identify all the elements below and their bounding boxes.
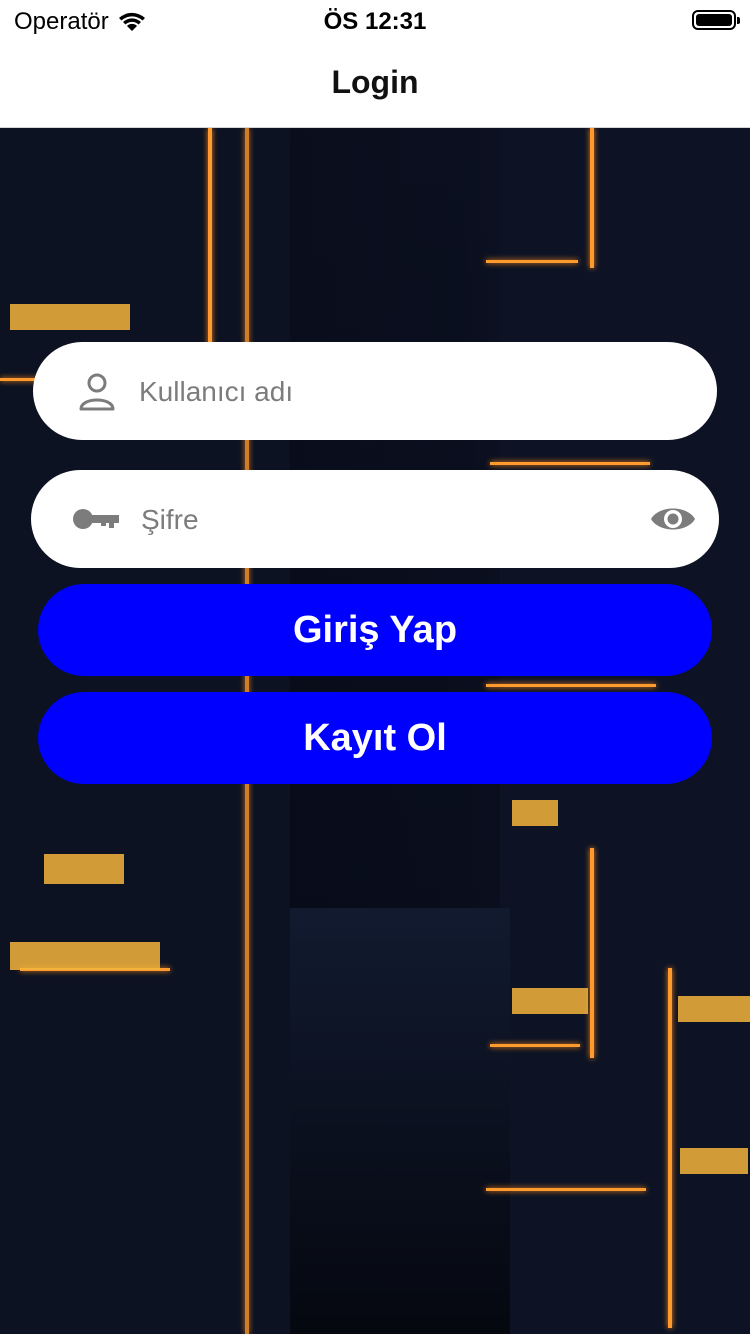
login-button[interactable]: Giriş Yap bbox=[38, 584, 712, 676]
eye-icon[interactable] bbox=[649, 497, 697, 541]
register-button[interactable]: Kayıt Ol bbox=[38, 692, 712, 784]
password-placeholder: Şifre bbox=[141, 504, 199, 535]
page-title: Login bbox=[331, 64, 419, 100]
username-placeholder: Kullanıcı adı bbox=[139, 376, 294, 407]
clock: ÖS 12:31 bbox=[323, 8, 427, 35]
key-icon bbox=[73, 509, 119, 529]
user-icon bbox=[79, 373, 115, 411]
password-field[interactable]: Şifre bbox=[31, 470, 719, 568]
battery-icon bbox=[692, 10, 740, 30]
status-bar: Operatör ÖS 12:31 bbox=[0, 0, 750, 44]
navigation-bar: Login bbox=[0, 44, 750, 128]
username-field[interactable]: Kullanıcı adı bbox=[33, 342, 717, 440]
